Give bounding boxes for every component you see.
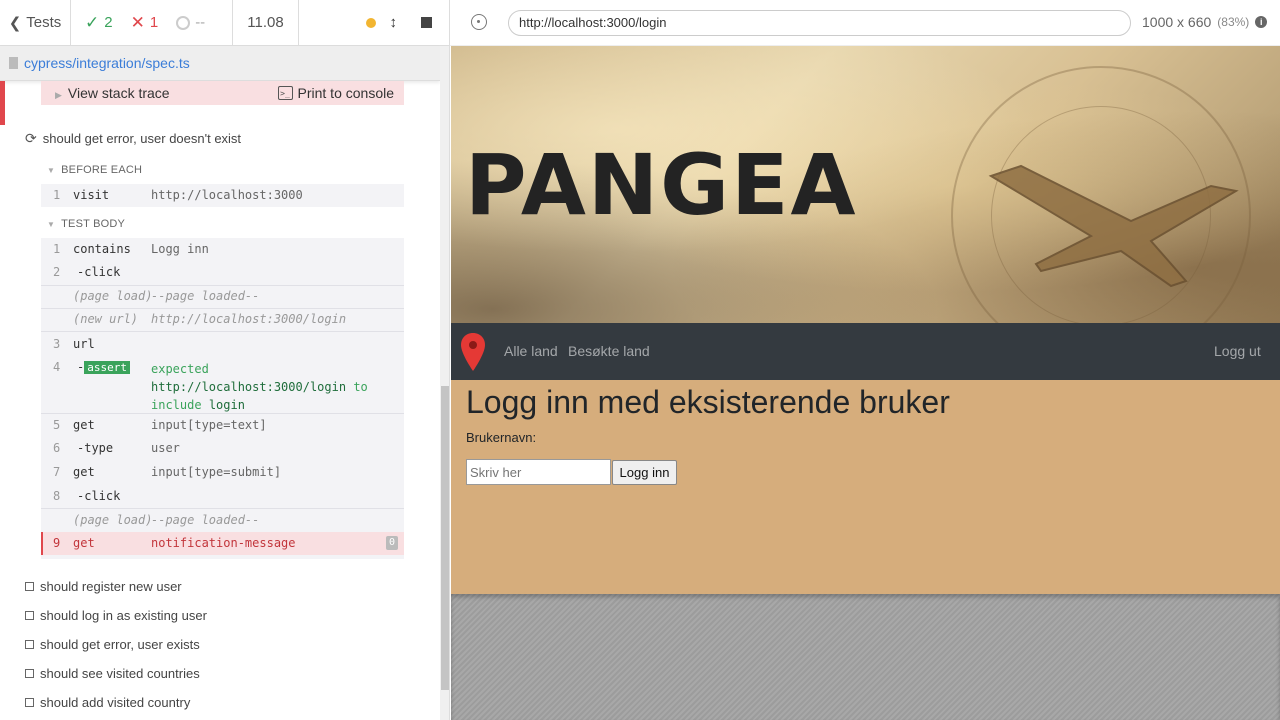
reporter-panel: ❮ Tests ✓ 2 ✕ 1 -- 11.08 ↕ cypress/integ… [0, 0, 450, 720]
element-count-badge: 0 [386, 536, 398, 550]
command-log: ▶ View stack trace >_ Print to console ⟳ … [0, 81, 440, 720]
caret-right-icon: ▶ [55, 90, 62, 100]
airplane-image [988, 164, 1239, 288]
page-title: Logg inn med eksisterende bruker [466, 384, 950, 420]
running-icon: ⟳ [25, 130, 37, 146]
terminal-icon: >_ [277, 86, 293, 100]
failed-command-row[interactable]: 9 get notification-message 0 [41, 532, 404, 555]
test-counts: ✓ 2 ✕ 1 -- [71, 0, 233, 46]
failed-test-marker [0, 81, 5, 125]
assert-badge: assert [84, 361, 130, 374]
x-icon: ✕ [130, 12, 145, 32]
pending-test-icon [25, 611, 34, 620]
duration: 11.08 [233, 0, 299, 46]
banner: PANGEA [451, 46, 1280, 323]
navbar: Alle land Besøkte land Logg ut [451, 323, 1280, 380]
before-each-commands: 1 visit http://localhost:3000 [41, 184, 404, 207]
spec-path-label: cypress/integration/spec.ts [24, 55, 190, 71]
before-each-hook[interactable]: ▼ BEFORE EACH [47, 164, 142, 176]
error-actions: ▶ View stack trace >_ Print to console [41, 81, 404, 105]
check-icon: ✓ [85, 12, 100, 32]
viewport-info[interactable]: 1000 x 660 (83%) i [1142, 14, 1268, 30]
caret-down-icon: ▼ [47, 165, 56, 175]
test-item[interactable]: should see visited countries [25, 666, 200, 681]
test-item[interactable]: should log in as existing user [25, 608, 207, 623]
pending-test-icon [25, 582, 34, 591]
app-iframe: PANGEA Alle land Besøkte land Logg ut Lo… [451, 46, 1280, 594]
stop-icon[interactable] [421, 17, 432, 28]
passed-count: ✓ 2 [85, 12, 113, 32]
divider [41, 308, 404, 309]
tests-button[interactable]: ❮ Tests [0, 0, 71, 46]
username-input[interactable] [466, 459, 611, 485]
status-dot-icon [365, 17, 376, 28]
spec-path[interactable]: cypress/integration/spec.ts [0, 46, 440, 81]
view-stack-trace[interactable]: ▶ View stack trace [55, 85, 170, 101]
reporter-scrollbar[interactable] [440, 46, 449, 720]
print-to-console-button[interactable]: >_ Print to console [277, 85, 394, 101]
failed-count: ✕ 1 [130, 12, 159, 32]
test-body-commands: 1 contains Logg inn 2 -click (page load)… [41, 238, 404, 559]
site-title: PANGEA [465, 136, 858, 234]
run-controls: ↕ [299, 0, 449, 46]
url-bar[interactable]: http://localhost:3000/login [508, 10, 1131, 36]
divider [41, 413, 404, 414]
nav-link-visited-countries[interactable]: Besøkte land [568, 343, 650, 359]
aut-header: http://localhost:3000/login 1000 x 660 (… [450, 0, 1280, 46]
selector-playground-icon[interactable] [471, 14, 487, 30]
pending-count: -- [176, 14, 205, 31]
nav-link-all-countries[interactable]: Alle land [504, 343, 558, 359]
pending-test-icon [25, 698, 34, 707]
username-label: Brukernavn: [466, 430, 537, 445]
map-pin-icon[interactable] [461, 333, 485, 371]
file-icon [9, 57, 18, 69]
assert-command-row[interactable]: 4 - assert expected http://localhost:3000… [41, 360, 404, 414]
test-item[interactable]: should register new user [25, 579, 182, 594]
aut-background [451, 594, 1280, 720]
pending-circle-icon [176, 15, 191, 30]
stats-bar: ❮ Tests ✓ 2 ✕ 1 -- 11.08 ↕ [0, 0, 449, 46]
chevron-left-icon: ❮ [8, 14, 22, 32]
current-test-title[interactable]: ⟳ should get error, user doesn't exist [25, 130, 241, 147]
test-body-hook[interactable]: ▼ TEST BODY [47, 218, 125, 230]
scrollbar-thumb[interactable] [441, 386, 449, 690]
test-item[interactable]: should get error, user exists [25, 637, 200, 652]
caret-down-icon: ▼ [47, 219, 56, 229]
login-content: Logg inn med eksisterende bruker Brukern… [451, 380, 1280, 594]
auto-scroll-icon[interactable]: ↕ [390, 14, 398, 31]
test-item[interactable]: should add visited country [25, 695, 190, 710]
info-icon: i [1255, 16, 1268, 28]
login-button[interactable]: Logg inn [612, 460, 677, 485]
divider [41, 508, 404, 509]
pending-test-icon [25, 669, 34, 678]
logout-link[interactable]: Logg ut [1214, 343, 1261, 359]
divider [41, 285, 404, 286]
tests-label: Tests [26, 14, 62, 31]
pending-test-icon [25, 640, 34, 649]
divider [41, 331, 404, 332]
